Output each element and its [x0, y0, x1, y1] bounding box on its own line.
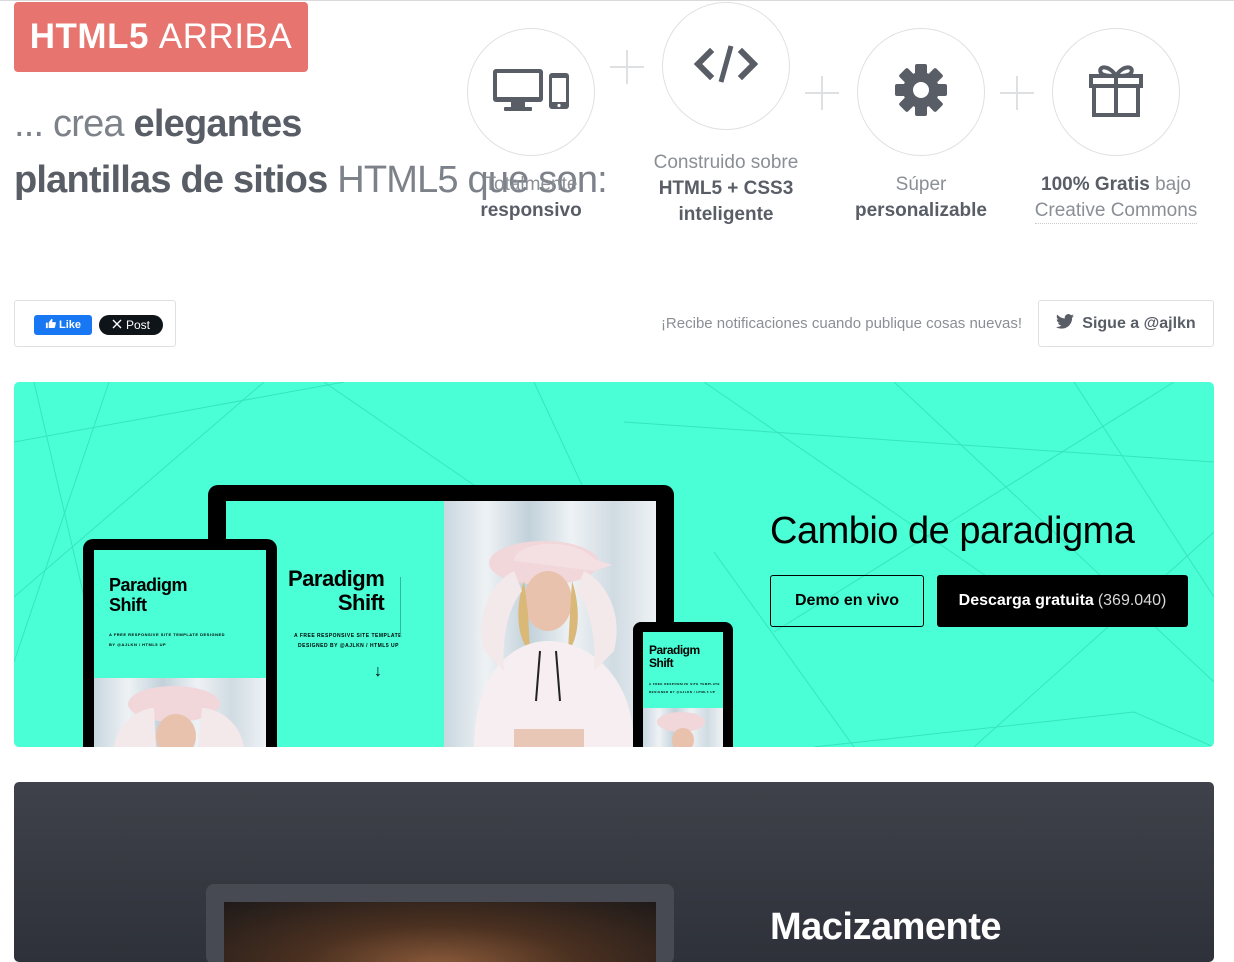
showcase-paradigm-shift: Paradigm Shift A FREE RESPONSIVE SITE TE…	[14, 382, 1214, 747]
headline-strong-1: elegantes	[133, 103, 303, 145]
facebook-like-button[interactable]: Like	[34, 315, 92, 335]
phone-mock-title: Paradigm Shift	[649, 643, 700, 671]
laptop-photo	[444, 501, 656, 747]
model-illustration-small	[114, 686, 244, 747]
tablet-screen: Paradigm Shift A FREE RESPONSIVE SITE TE…	[94, 550, 266, 678]
laptop-mock-title: Paradigm Shift	[288, 566, 385, 616]
feature-html5-line2: HTML5 + CSS3	[658, 178, 794, 199]
model-illustration	[474, 541, 634, 747]
model-illustration-tiny	[657, 712, 705, 747]
creative-commons-link[interactable]: Creative Commons	[1034, 200, 1198, 224]
feature-customizable-line2: personalizable	[855, 200, 987, 221]
x-logo-icon	[112, 318, 122, 332]
arrow-down-icon: ↓	[374, 663, 382, 680]
phone-photo	[643, 708, 723, 747]
laptop-title-2: Shift	[337, 590, 385, 616]
phone-mock-sub-2: DESIGNED BY @AJLKN / HTML5 UP	[649, 690, 716, 694]
site-logo[interactable]: HTML5 ARRIBA	[14, 2, 308, 72]
top-border	[0, 0, 1234, 1]
tablet-title-2: Shift	[109, 594, 147, 615]
laptop-title-1: Paradigm	[288, 566, 385, 591]
feature-circle	[467, 28, 595, 156]
x-post-label: Post	[125, 318, 150, 332]
feature-free-rest: bajo	[1155, 174, 1191, 195]
laptop-mock-sub-1: A FREE RESPONSIVE SITE TEMPLATE	[294, 633, 403, 639]
laptop-mockup-dark	[206, 884, 674, 962]
showcase-title: Cambio de paradigma	[770, 510, 1135, 552]
phone-title-2: Shift	[649, 656, 674, 671]
feature-html5-css3: Construido sobre HTML5 + CSS3 inteligent…	[636, 2, 816, 228]
phone-mockup: Paradigm Shift A FREE RESPONSIVE SITE TE…	[633, 622, 733, 747]
notify-text: ¡Recibe notificaciones cuando publique c…	[660, 315, 1022, 332]
logo-light-text: ARRIBA	[158, 17, 293, 56]
tablet-photo	[94, 678, 266, 747]
twitter-bird-icon	[1056, 313, 1075, 334]
showcase-second-title: Macizamente	[770, 906, 1002, 948]
x-post-button[interactable]: Post	[99, 315, 163, 335]
free-download-button[interactable]: Descarga gratuita (369.040)	[937, 575, 1188, 627]
code-icon	[693, 44, 759, 89]
feature-responsive-line2: responsivo	[480, 200, 582, 221]
download-count: (369.040)	[1097, 592, 1167, 609]
phone-mock-sub-1: A FREE RESPONSIVE SITE TEMPLATE	[649, 682, 721, 686]
social-buttons-box: Like Post	[14, 300, 176, 347]
feature-free-strong: 100% Gratis	[1041, 174, 1150, 195]
tablet-title-1: Paradigm	[109, 575, 188, 595]
feature-responsive-line1: Totalmente	[484, 174, 578, 195]
laptop-mock-sub-2: DESIGNED BY @AJLKN / HTML5 UP	[298, 643, 399, 649]
tablet-mock-title: Paradigm Shift	[109, 575, 188, 616]
divider-line	[400, 577, 401, 637]
feature-circle	[857, 28, 985, 156]
follow-label: Sigue a @ajlkn	[1082, 314, 1196, 332]
tablet-mockup: Paradigm Shift A FREE RESPONSIVE SITE TE…	[83, 539, 277, 747]
showcase-second: Macizamente	[14, 782, 1214, 962]
feature-responsive: Totalmente responsivo	[441, 28, 621, 224]
devices-icon	[493, 67, 569, 118]
feature-free-license: 100% Gratis bajo Creative Commons	[1026, 28, 1206, 224]
follow-twitter-button[interactable]: Sigue a @ajlkn	[1038, 300, 1214, 347]
facebook-like-label: Like	[58, 319, 81, 331]
live-demo-button[interactable]: Demo en vivo	[770, 575, 924, 627]
gift-icon	[1089, 62, 1143, 123]
feature-html5-line3: inteligente	[678, 204, 774, 225]
laptop-dark-screen	[224, 902, 656, 962]
feature-circle	[662, 2, 790, 130]
headline-prefix: ... crea	[14, 103, 125, 145]
feature-html5-line1: Construido sobre	[653, 152, 799, 173]
thumbs-up-icon	[45, 318, 56, 332]
feature-circle	[1052, 28, 1180, 156]
feature-customizable-line1: Súper	[895, 174, 947, 195]
gear-icon	[894, 63, 948, 122]
headline-strong-2: plantillas de sitios	[14, 159, 328, 201]
tablet-mock-sub-2: BY @AJLKN / HTML5 UP	[109, 642, 167, 647]
download-label: Descarga gratuita	[958, 592, 1094, 609]
laptop-mockup: Paradigm Shift A FREE RESPONSIVE SITE TE…	[208, 485, 674, 747]
phone-screen: Paradigm Shift A FREE RESPONSIVE SITE TE…	[643, 632, 723, 708]
feature-customizable: Súper personalizable	[831, 28, 1011, 224]
tablet-mock-sub-1: A FREE RESPONSIVE SITE TEMPLATE DESIGNED	[109, 632, 226, 637]
logo-bold-text: HTML5	[29, 17, 149, 56]
